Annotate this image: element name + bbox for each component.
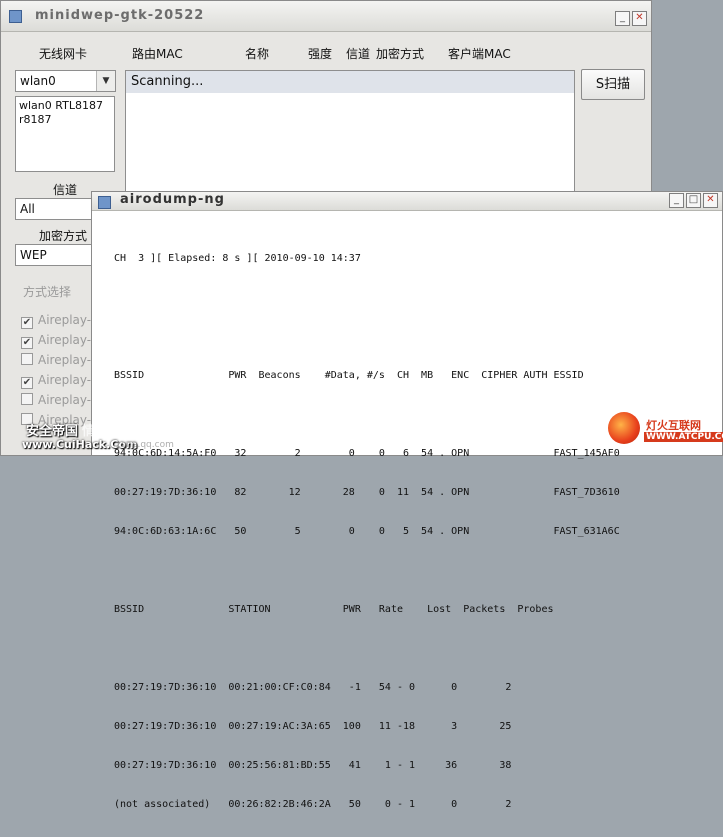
station-row: 00:27:19:7D:36:10 00:21:00:CF:C0:84 -1 5… [114, 682, 512, 693]
channel-select[interactable]: All [15, 198, 95, 220]
interface-list[interactable]: wlan0 RTL8187 r8187 [15, 96, 115, 172]
minimize-button[interactable]: _ [615, 11, 630, 26]
scan-status-row[interactable]: Scanning... [126, 71, 574, 93]
header-name: 名称 [245, 47, 270, 61]
method-group-title: 方式选择 [21, 283, 74, 300]
interface-list-item[interactable]: r8187 [19, 113, 111, 127]
maximize-button[interactable]: □ [686, 193, 701, 208]
header-router-mac: 路由MAC [132, 47, 183, 61]
scan-button[interactable]: S扫描 [581, 69, 645, 100]
chevron-down-icon[interactable]: ▼ [96, 71, 115, 91]
airodump-titlebar[interactable]: airodump-ng _ □ ✕ [92, 192, 722, 211]
method-option[interactable]: ✔ Aireplay- [21, 313, 91, 329]
ap-row: 00:27:19:7D:36:10 82 12 28 0 11 54 . OPN… [114, 487, 620, 498]
checkbox-icon[interactable] [21, 353, 33, 365]
checkbox-icon[interactable] [21, 393, 33, 405]
scan-results-list[interactable]: Scanning... [125, 70, 575, 200]
close-button[interactable]: ✕ [703, 193, 718, 208]
interface-select[interactable]: wlan0 ▼ [15, 70, 116, 92]
watermark-text: 安全帝国 [26, 424, 79, 439]
app-icon [9, 10, 22, 23]
encryption-label: 加密方式 [39, 229, 88, 243]
watermark-url: zone.qq.com [116, 440, 174, 450]
encryption-select[interactable]: WEP [15, 244, 95, 266]
method-option[interactable]: ✔ Aireplay- [21, 333, 91, 349]
close-button[interactable]: ✕ [632, 11, 647, 26]
status-line: CH 3 ][ Elapsed: 8 s ][ 2010-09-10 14:37 [114, 253, 361, 264]
method-option[interactable]: ✔ Aireplay- [21, 373, 91, 389]
checkbox-checked-icon[interactable]: ✔ [21, 337, 33, 349]
watermark-url: WWW.ATCPU.COM [644, 432, 723, 442]
header-encryption: 加密方式 [376, 47, 425, 61]
ap-table-header: BSSID PWR Beacons #Data, #/s CH MB ENC C… [114, 370, 584, 381]
main-window-title: minidwep-gtk-20522 [35, 8, 205, 23]
fire-logo-icon [608, 412, 640, 444]
channel-select-value: All [20, 202, 35, 216]
airodump-window-title: airodump-ng [120, 192, 225, 207]
interface-select-value: wlan0 [20, 74, 56, 88]
watermark-text: 灯火互联网 [646, 419, 701, 432]
channel-label: 信道 [53, 183, 78, 197]
interface-list-item[interactable]: wlan0 RTL8187 [19, 99, 111, 113]
checkbox-checked-icon[interactable]: ✔ [21, 317, 33, 329]
station-row: 00:27:19:7D:36:10 00:25:56:81:BD:55 41 1… [114, 760, 512, 771]
main-titlebar[interactable]: minidwep-gtk-20522 _ ✕ [1, 1, 651, 32]
minimize-button[interactable]: _ [669, 193, 684, 208]
ap-row: 94:0C:6D:63:1A:6C 50 5 0 0 5 54 . OPN FA… [114, 526, 620, 537]
header-strength: 强度 [308, 47, 333, 61]
watermark-text: 情系雅致 [82, 424, 135, 439]
station-table-header: BSSID STATION PWR Rate Lost Packets Prob… [114, 604, 554, 615]
method-option[interactable]: Aireplay- [21, 353, 91, 367]
station-row: (not associated) 00:26:82:2B:46:2A 50 0 … [114, 799, 512, 810]
column-headers: 无线网卡 路由MAC 名称 强度 信道 加密方式 客户端MAC [1, 45, 651, 63]
method-option[interactable]: Aireplay- [21, 393, 91, 407]
encryption-select-value: WEP [20, 248, 47, 262]
station-row: 00:27:19:7D:36:10 00:27:19:AC:3A:65 100 … [114, 721, 512, 732]
header-client-mac: 客户端MAC [448, 47, 511, 61]
app-icon [98, 196, 111, 209]
checkbox-checked-icon[interactable]: ✔ [21, 377, 33, 389]
header-channel: 信道 [346, 47, 371, 61]
terminal-output[interactable]: CH 3 ][ Elapsed: 8 s ][ 2010-09-10 14:37… [114, 226, 620, 837]
header-interface: 无线网卡 [39, 47, 88, 61]
watermark-right: 灯火互联网 WWW.ATCPU.COM [606, 410, 723, 456]
watermark-left: 安全帝国 情系雅致 www.CuiHack.Com zone.qq.com [0, 410, 190, 456]
